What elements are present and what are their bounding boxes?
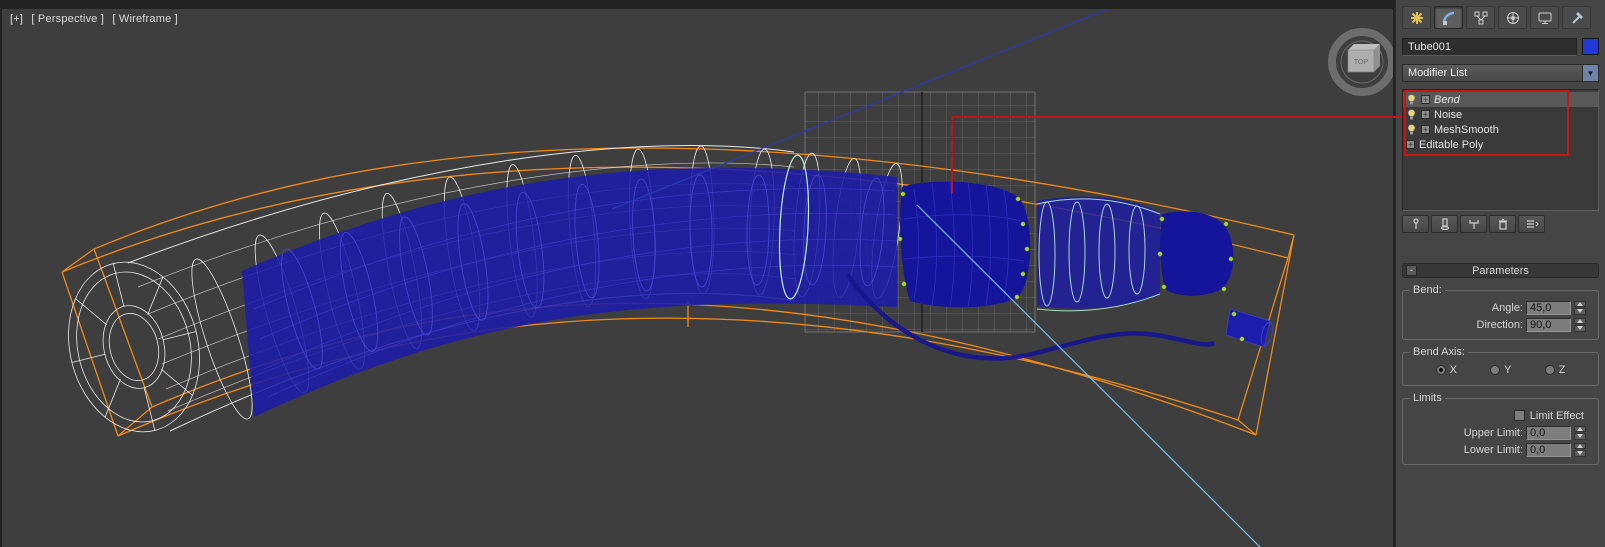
expand-box-icon[interactable]: +: [1421, 110, 1430, 119]
radio-icon[interactable]: [1435, 365, 1446, 375]
axis-y-radio[interactable]: Y: [1490, 364, 1511, 376]
make-unique-button[interactable]: [1460, 215, 1487, 233]
tab-display[interactable]: [1530, 6, 1559, 29]
modify-icon: [1442, 11, 1454, 25]
expand-box-icon[interactable]: +: [1421, 125, 1430, 134]
spinner-down-icon[interactable]: [1574, 433, 1586, 440]
modifier-stack: + Bend + Noise + MeshSmooth + Editable P…: [1402, 89, 1599, 211]
direction-spinner[interactable]: [1574, 317, 1586, 332]
angle-spinner[interactable]: [1574, 300, 1586, 315]
collapse-icon[interactable]: -: [1406, 265, 1417, 276]
show-end-result-icon: [1440, 218, 1449, 230]
upper-limit-label: Upper Limit:: [1463, 426, 1523, 439]
tab-hierarchy[interactable]: [1466, 6, 1495, 29]
make-unique-icon: [1468, 220, 1479, 229]
limit-effect-checkbox[interactable]: [1513, 410, 1525, 421]
lower-limit-label: Lower Limit:: [1463, 443, 1523, 456]
limits-group-label: Limits: [1410, 392, 1445, 404]
spinner-up-icon[interactable]: [1574, 442, 1586, 449]
bend-axis-group-label: Bend Axis:: [1410, 346, 1468, 358]
utilities-icon: [1571, 11, 1583, 24]
expand-box-icon[interactable]: +: [1421, 95, 1430, 104]
limit-effect-label: Limit Effect: [1529, 409, 1584, 422]
tab-create[interactable]: [1402, 6, 1431, 29]
parameters-rollout-header[interactable]: - Parameters: [1402, 263, 1599, 278]
axis-x-radio[interactable]: X: [1435, 364, 1457, 376]
tab-motion[interactable]: [1498, 6, 1527, 29]
lower-limit-spinner[interactable]: [1574, 442, 1586, 457]
hierarchy-icon: [1474, 11, 1487, 24]
upper-limit-field[interactable]: 0,0: [1526, 425, 1571, 440]
chevron-down-icon: ▼: [1582, 65, 1598, 81]
expand-box-icon[interactable]: +: [1406, 140, 1415, 149]
motion-icon: [1506, 11, 1519, 24]
command-panel-tabs: [1402, 6, 1599, 30]
viewcube-widget[interactable]: TOP: [1328, 28, 1393, 96]
display-icon: [1538, 12, 1551, 24]
pin-stack-button[interactable]: [1402, 215, 1429, 233]
object-color-swatch[interactable]: [1582, 38, 1599, 55]
viewport-shading-menu[interactable]: [ Wireframe ]: [112, 13, 178, 25]
object-name-field[interactable]: Tube001: [1402, 38, 1577, 56]
modifier-list-dropdown[interactable]: Modifier List ▼: [1402, 64, 1599, 82]
tab-modify[interactable]: [1434, 6, 1463, 29]
configure-modifier-sets-icon: [1526, 220, 1539, 228]
remove-modifier-icon: [1498, 218, 1507, 230]
angle-label: Angle:: [1491, 301, 1523, 314]
axis-z-radio[interactable]: Z: [1544, 364, 1565, 376]
viewport-label: [+] [ Perspective ] [ Wireframe ]: [10, 13, 183, 25]
bend-axis-group: Bend Axis: X Y Z: [1402, 346, 1599, 386]
spinner-up-icon[interactable]: [1574, 300, 1586, 307]
lightbulb-icon[interactable]: [1406, 93, 1417, 106]
spinner-down-icon[interactable]: [1574, 450, 1586, 457]
stack-toolbar: [1402, 215, 1599, 233]
radio-icon[interactable]: [1490, 365, 1501, 375]
viewport-pov-menu[interactable]: [ Perspective ]: [31, 13, 104, 25]
command-panel: Tube001 Modifier List ▼ + Bend + Noise +…: [1395, 0, 1605, 547]
modifier-list-label: Modifier List: [1408, 67, 1468, 79]
remove-modifier-button[interactable]: [1489, 215, 1516, 233]
viewport-canvas[interactable]: [+] [ Perspective ] [ Wireframe ] TOP: [2, 9, 1393, 547]
spinner-down-icon[interactable]: [1574, 325, 1586, 332]
upper-limit-spinner[interactable]: [1574, 425, 1586, 440]
rollout-title: Parameters: [1472, 264, 1529, 277]
create-icon: [1410, 11, 1423, 24]
direction-field[interactable]: 90,0: [1526, 317, 1571, 332]
bend-group-label: Bend:: [1410, 284, 1445, 296]
viewcube-top-label: TOP: [1354, 59, 1369, 66]
spinner-up-icon[interactable]: [1574, 425, 1586, 432]
angle-field[interactable]: 45,0: [1526, 300, 1571, 315]
spinner-down-icon[interactable]: [1574, 308, 1586, 315]
lightbulb-icon[interactable]: [1406, 108, 1417, 121]
annotation-connector: [1393, 116, 1402, 118]
pin-stack-icon: [1412, 218, 1419, 229]
stack-item-editable-poly[interactable]: + Editable Poly: [1403, 137, 1598, 152]
tab-utilities[interactable]: [1562, 6, 1591, 29]
stack-item-meshsmooth[interactable]: + MeshSmooth: [1403, 122, 1598, 137]
bend-group: Bend: Angle: 45,0 Direction: 90,0: [1402, 284, 1599, 340]
radio-icon[interactable]: [1544, 365, 1555, 375]
parameters-rollout: - Parameters Bend: Angle: 45,0 Direction…: [1402, 263, 1599, 465]
viewport-scene: TOP: [61, 9, 1393, 547]
configure-modifier-sets-button[interactable]: [1518, 215, 1545, 233]
show-end-result-button[interactable]: [1431, 215, 1458, 233]
lightbulb-icon[interactable]: [1406, 123, 1417, 136]
stack-item-noise[interactable]: + Noise: [1403, 107, 1598, 122]
spinner-up-icon[interactable]: [1574, 317, 1586, 324]
stack-item-bend[interactable]: + Bend: [1403, 92, 1598, 107]
limits-group: Limits Limit Effect Upper Limit: 0,0 Low…: [1402, 392, 1599, 465]
blue-mesh-tube: [242, 167, 897, 417]
lower-limit-field[interactable]: 0,0: [1526, 442, 1571, 457]
viewport-general-menu[interactable]: [+]: [10, 13, 23, 25]
direction-label: Direction:: [1476, 318, 1523, 331]
